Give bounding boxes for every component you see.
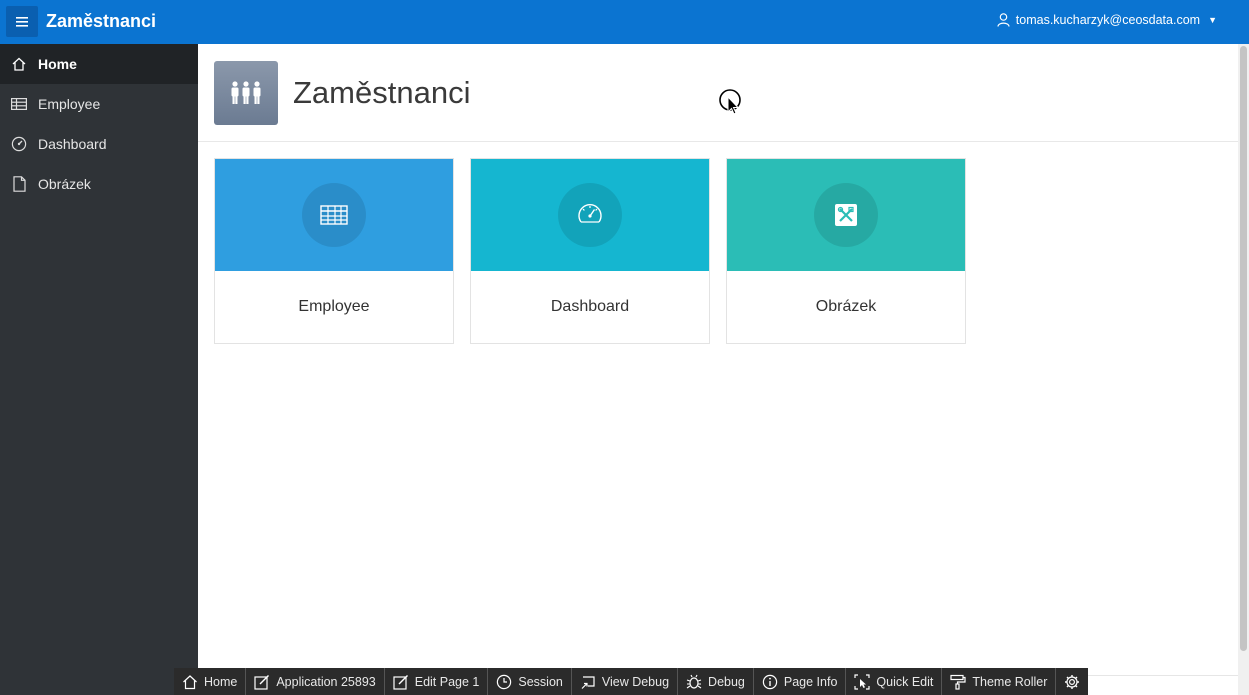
devbar-page-info-button[interactable]: Page Info	[754, 668, 847, 695]
card-label: Employee	[298, 298, 370, 315]
sidebar-item-home[interactable]: Home	[0, 44, 198, 84]
devbar-label: Debug	[708, 674, 745, 689]
top-header: Zaměstnanci tomas.kucharzyk@ceosdata.com…	[0, 0, 1249, 44]
busy-cursor-icon	[719, 89, 741, 115]
devbar-settings-button[interactable]	[1056, 668, 1088, 695]
edit-icon	[393, 674, 408, 690]
gauge-icon	[558, 183, 622, 247]
gauge-icon	[10, 135, 28, 153]
tools-icon	[814, 183, 878, 247]
people-icon	[214, 61, 278, 125]
devbar-theme-roller-button[interactable]: Theme Roller	[942, 668, 1057, 695]
edit-icon	[254, 674, 270, 690]
sidebar-item-label: Dashboard	[38, 136, 107, 152]
card-employee[interactable]: Employee	[214, 158, 454, 344]
card-header	[727, 159, 965, 271]
user-email: tomas.kucharzyk@ceosdata.com	[1015, 13, 1201, 27]
paint-roller-icon	[950, 674, 966, 690]
devbar-label: Home	[204, 674, 238, 689]
scrollbar-thumb[interactable]	[1240, 46, 1247, 651]
devbar-label: Theme Roller	[972, 674, 1048, 689]
table-icon	[302, 183, 366, 247]
vertical-scrollbar[interactable]	[1238, 44, 1249, 695]
devbar-label: View Debug	[601, 674, 670, 689]
file-icon	[10, 175, 28, 193]
caret-down-icon: ▼	[1208, 15, 1217, 25]
page-title: Zaměstnanci	[293, 75, 471, 110]
menu-toggle-button[interactable]	[6, 6, 38, 37]
bug-icon	[686, 674, 702, 689]
card-list: Employee Dashboard Obrázek	[214, 158, 966, 344]
sidebar-item-label: Obrázek	[38, 176, 91, 192]
card-obrazek[interactable]: Obrázek	[726, 158, 966, 344]
devbar-application-button[interactable]: Application 25893	[246, 668, 385, 695]
home-icon	[183, 674, 197, 689]
devbar-debug-button[interactable]: Debug	[678, 668, 754, 695]
info-icon	[762, 674, 778, 689]
devbar-edit-page-button[interactable]: Edit Page 1	[385, 668, 489, 695]
hamburger-icon	[16, 16, 28, 27]
clock-icon	[497, 674, 512, 689]
home-icon	[10, 55, 28, 73]
card-header	[471, 159, 709, 271]
user-menu[interactable]: tomas.kucharzyk@ceosdata.com ▼	[997, 13, 1217, 27]
sidebar-item-employee[interactable]: Employee	[0, 84, 198, 124]
devbar-label: Edit Page 1	[414, 674, 480, 689]
devbar-label: Session	[518, 674, 563, 689]
developer-toolbar: Home Application 25893 Edit Page 1 Sessi…	[174, 668, 1089, 695]
devbar-view-debug-button[interactable]: View Debug	[572, 668, 679, 695]
card-label: Obrázek	[815, 298, 877, 315]
debug-view-icon	[581, 675, 595, 689]
sidebar-item-obrazek[interactable]: Obrázek	[0, 164, 198, 204]
card-header	[215, 159, 453, 271]
devbar-session-button[interactable]: Session	[488, 668, 572, 695]
app-title[interactable]: Zaměstnanci	[46, 11, 156, 32]
sidebar-item-label: Home	[38, 56, 77, 72]
devbar-quick-edit-button[interactable]: Quick Edit	[846, 668, 943, 695]
main-content: Zaměstnanci Employee Dashboard Obrázek	[198, 44, 1238, 695]
card-dashboard[interactable]: Dashboard	[470, 158, 710, 344]
quick-edit-icon	[854, 673, 871, 690]
card-label: Dashboard	[550, 298, 630, 315]
devbar-home-button[interactable]: Home	[174, 668, 247, 695]
devbar-label: Page Info	[783, 674, 838, 689]
sidebar-item-label: Employee	[38, 96, 101, 112]
sidebar-nav: Home Employee Dashboard Obrázek	[0, 44, 198, 695]
gear-icon	[1065, 674, 1080, 689]
sidebar-item-dashboard[interactable]: Dashboard	[0, 124, 198, 164]
devbar-label: Quick Edit	[876, 674, 934, 689]
table-icon	[10, 95, 28, 113]
user-icon	[997, 13, 1010, 27]
devbar-label: Application 25893	[276, 674, 376, 689]
